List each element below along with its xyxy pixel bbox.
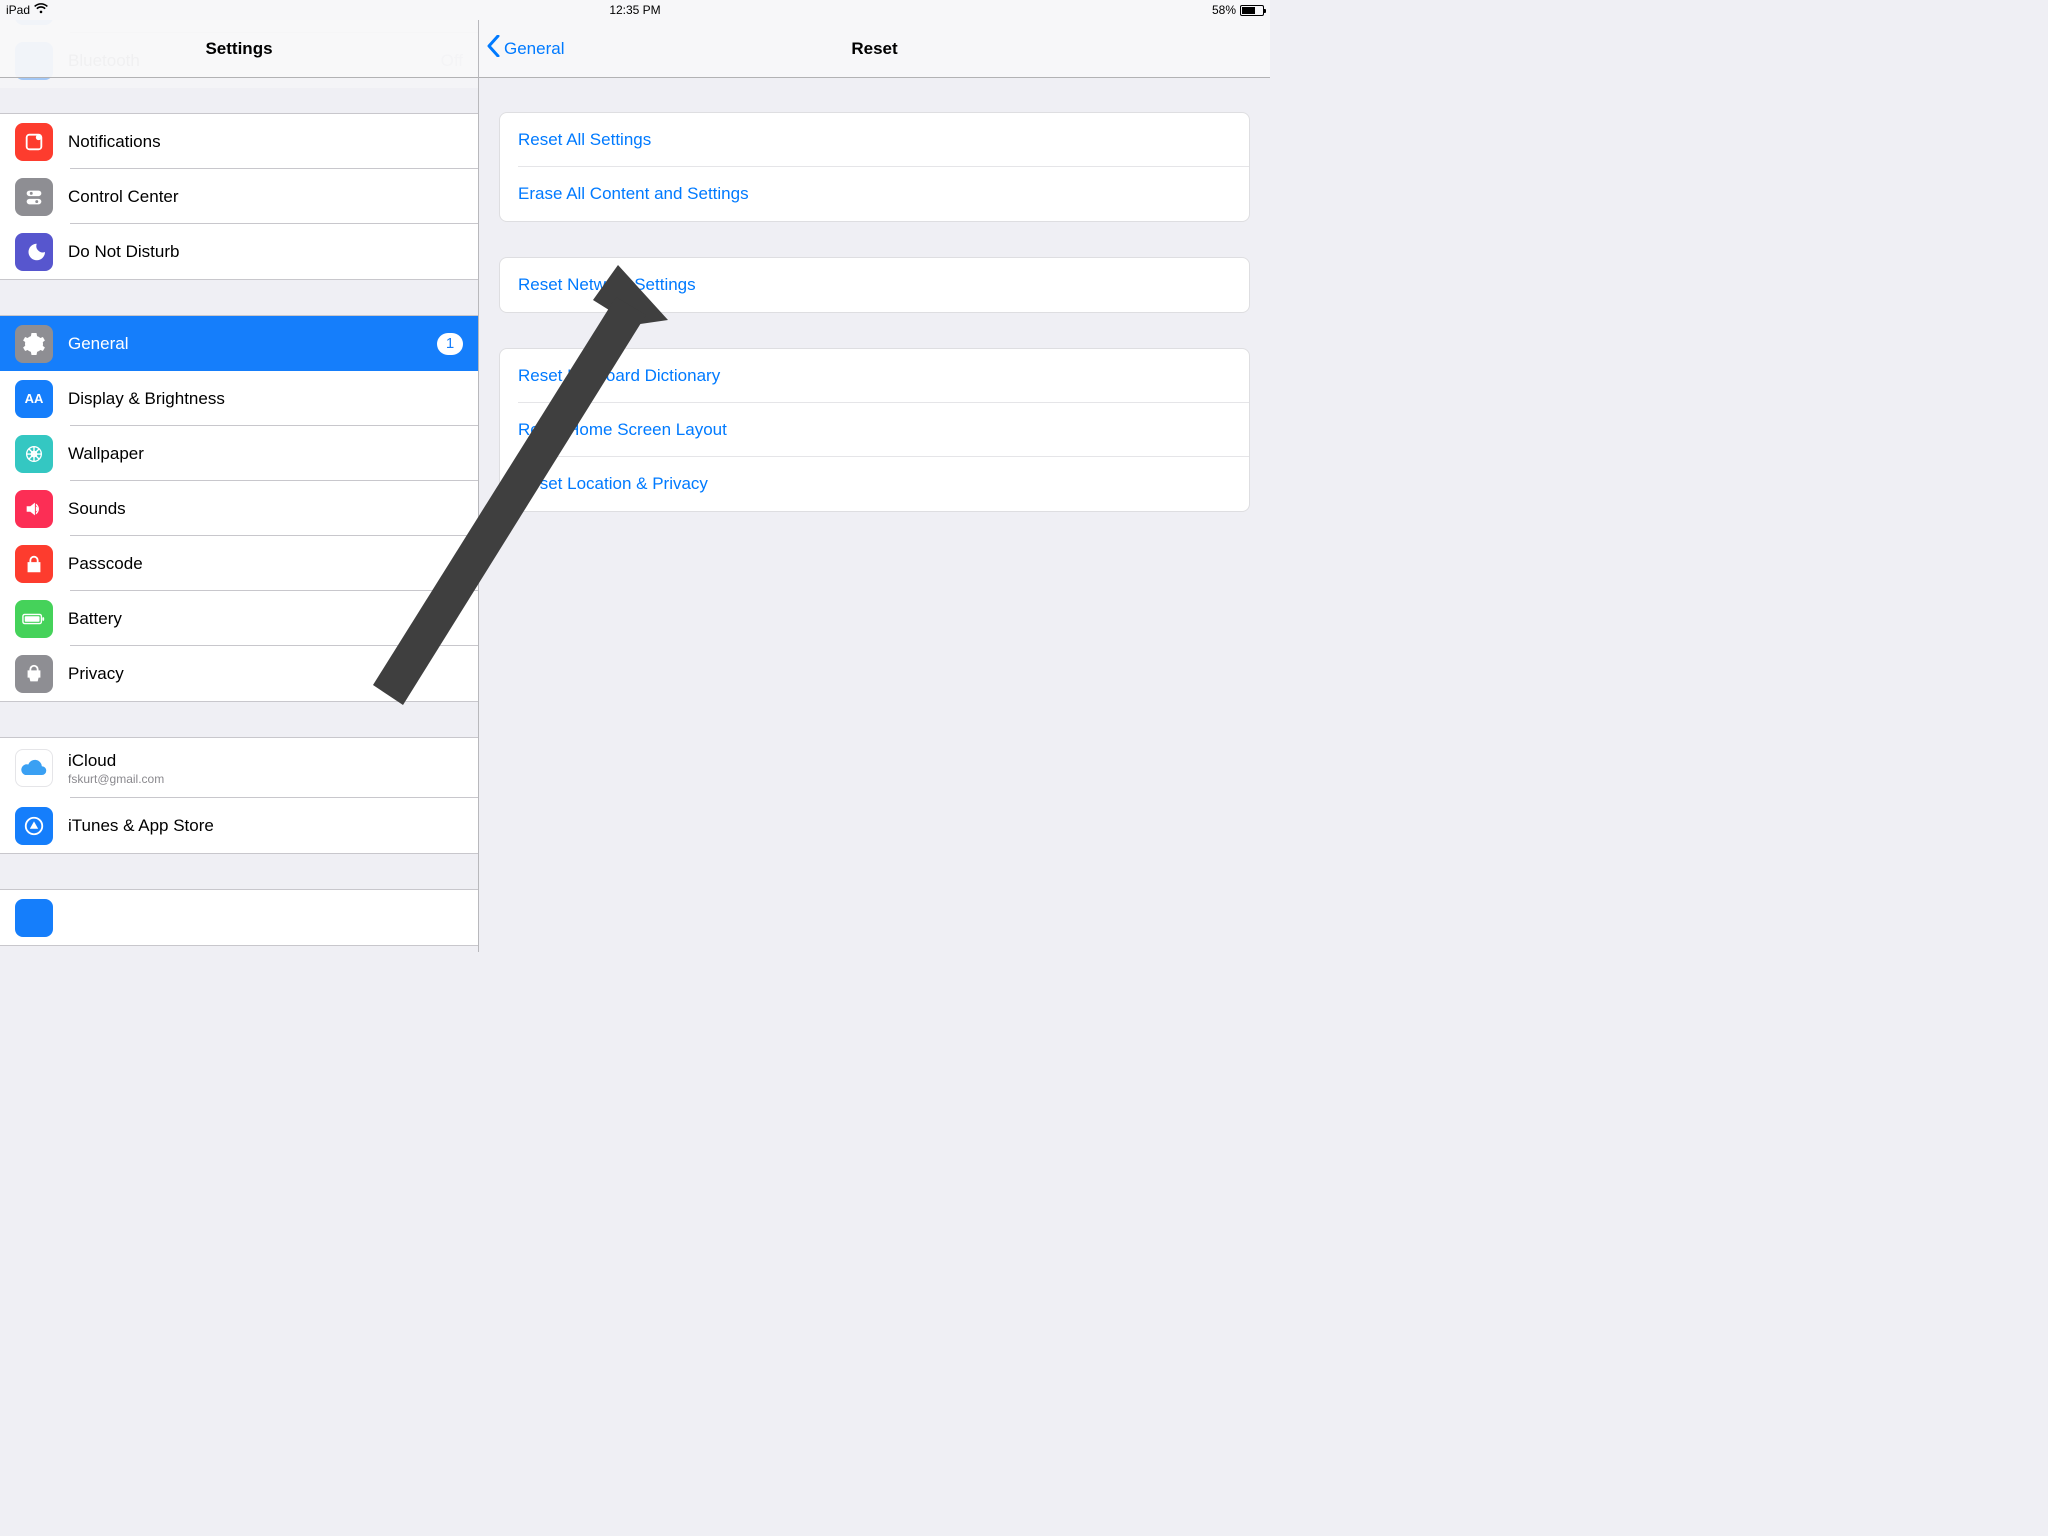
detail-pane: General Reset Reset All Settings Erase A… — [479, 20, 1270, 952]
sidebar-item-label: iTunes & App Store — [68, 816, 214, 836]
back-label: General — [504, 39, 564, 59]
sidebar-item-label: Display & Brightness — [68, 389, 225, 409]
sidebar-item-label: Privacy — [68, 664, 124, 684]
detail-title: Reset — [851, 39, 897, 59]
sidebar-item-general[interactable]: General 1 — [0, 316, 478, 371]
reset-all-settings[interactable]: Reset All Settings — [500, 113, 1249, 167]
action-label: Reset Network Settings — [518, 275, 696, 295]
chevron-left-icon — [487, 35, 500, 62]
reset-card-3: Reset Keyboard Dictionary Reset Home Scr… — [499, 348, 1250, 512]
sidebar-item-label: Notifications — [68, 132, 161, 152]
passcode-icon — [15, 545, 53, 583]
control-center-icon — [15, 178, 53, 216]
action-label: Reset Home Screen Layout — [518, 420, 727, 440]
reset-card-1: Reset All Settings Erase All Content and… — [499, 112, 1250, 222]
reset-card-2: Reset Network Settings — [499, 257, 1250, 313]
sidebar-item-label: Control Center — [68, 187, 179, 207]
action-label: Reset Keyboard Dictionary — [518, 366, 720, 386]
sidebar-item-notifications[interactable]: Notifications — [0, 114, 478, 169]
sidebar-navbar: Settings — [0, 20, 478, 78]
dnd-icon — [15, 233, 53, 271]
sidebar-item-icloud[interactable]: iCloud fskurt@gmail.com — [0, 738, 478, 798]
sidebar-item-label: iCloud — [68, 751, 164, 771]
sidebar-item-label: Passcode — [68, 554, 143, 574]
reset-options: Reset All Settings Erase All Content and… — [479, 78, 1270, 512]
display-icon: AA — [15, 380, 53, 418]
reset-location-privacy[interactable]: Reset Location & Privacy — [500, 457, 1249, 511]
action-label: Reset Location & Privacy — [518, 474, 708, 494]
battery-icon — [1240, 5, 1264, 16]
sidebar-item-sounds[interactable]: Sounds — [0, 481, 478, 536]
sidebar-item-display[interactable]: AA Display & Brightness — [0, 371, 478, 426]
sidebar-item-store[interactable]: iTunes & App Store — [0, 798, 478, 853]
sidebar-group-icloud: iCloud fskurt@gmail.com iTunes & App Sto… — [0, 737, 478, 854]
icloud-icon — [15, 749, 53, 787]
wallpaper-icon — [15, 435, 53, 473]
general-badge: 1 — [437, 333, 463, 355]
sidebar-item-battery[interactable]: Battery — [0, 591, 478, 646]
device-label: iPad — [6, 0, 30, 20]
wifi-icon — [34, 0, 48, 20]
status-bar: iPad 12:35 PM 58% — [0, 0, 1270, 20]
sidebar-item-next[interactable] — [0, 890, 478, 945]
sidebar-title: Settings — [205, 39, 272, 59]
icloud-email: fskurt@gmail.com — [68, 772, 164, 786]
sidebar-item-label: Sounds — [68, 499, 126, 519]
sidebar-item-do-not-disturb[interactable]: Do Not Disturb — [0, 224, 478, 279]
sidebar-item-label: Wallpaper — [68, 444, 144, 464]
sidebar-group-next — [0, 889, 478, 946]
reset-home-screen[interactable]: Reset Home Screen Layout — [500, 403, 1249, 457]
store-icon — [15, 807, 53, 845]
sounds-icon — [15, 490, 53, 528]
sidebar-table: Notifications Control Center Do Not Dist… — [0, 78, 478, 946]
notifications-icon — [15, 123, 53, 161]
sidebar-item-privacy[interactable]: Privacy — [0, 646, 478, 701]
erase-all-content[interactable]: Erase All Content and Settings — [500, 167, 1249, 221]
reset-keyboard-dictionary[interactable]: Reset Keyboard Dictionary — [500, 349, 1249, 403]
settings-sidebar: Settings Wi-Fisuperhero BluetoothOff Not… — [0, 20, 479, 952]
action-label: Erase All Content and Settings — [518, 184, 749, 204]
next-app-icon — [15, 899, 53, 937]
sidebar-item-control-center[interactable]: Control Center — [0, 169, 478, 224]
battery-row-icon — [15, 600, 53, 638]
privacy-icon — [15, 655, 53, 693]
sidebar-item-label: General — [68, 334, 128, 354]
sidebar-item-label: Battery — [68, 609, 122, 629]
sidebar-item-passcode[interactable]: Passcode — [0, 536, 478, 591]
sidebar-group-general: General 1 AA Display & Brightness Wallpa… — [0, 315, 478, 702]
clock: 12:35 PM — [609, 0, 660, 20]
detail-navbar: General Reset — [479, 20, 1270, 78]
action-label: Reset All Settings — [518, 130, 651, 150]
sidebar-group-notifications: Notifications Control Center Do Not Dist… — [0, 113, 478, 280]
back-button[interactable]: General — [487, 20, 564, 77]
sidebar-item-wallpaper[interactable]: Wallpaper — [0, 426, 478, 481]
reset-network-settings[interactable]: Reset Network Settings — [500, 258, 1249, 312]
battery-percent: 58% — [1212, 0, 1236, 20]
gear-icon — [15, 325, 53, 363]
sidebar-item-label: Do Not Disturb — [68, 242, 179, 262]
